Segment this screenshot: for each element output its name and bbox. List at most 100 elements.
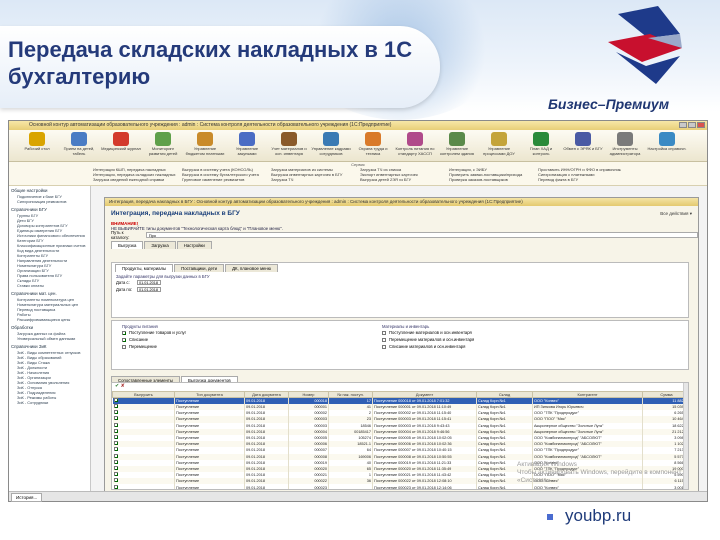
toolbar-button[interactable]: Контроль питания по стандарту ХАССП: [395, 130, 435, 161]
sidebar-group: Справочники БГУ Группы БГУ Дети БГУ Договор…: [11, 207, 88, 288]
checkbox[interactable]: [382, 344, 386, 349]
toolbar-button[interactable]: Прием на детей, табель: [59, 130, 99, 161]
section-icon: [113, 132, 129, 146]
checkbox[interactable]: [382, 337, 386, 342]
row-checkbox[interactable]: [113, 465, 118, 470]
sidebar-group-heading: Справочники БГУ: [11, 207, 47, 212]
function-column: Загрузка ТЧ из списка Экспорт инвентарных…: [360, 167, 443, 182]
toolbar-button[interactable]: Управление бюджетом платными услугами: [185, 130, 225, 161]
materials-group: Материалы и инвентарь Поступление матери…: [382, 324, 632, 350]
sidebar-item[interactable]: Синхронизация реквизитов: [11, 199, 88, 204]
toolbar-button-label: Рабочий стол: [24, 147, 50, 151]
sidebar-item[interactable]: Ставки оплаты: [11, 283, 88, 288]
checkbox[interactable]: [382, 330, 386, 335]
toolbar-button[interactable]: План ХАД и контроль: [521, 130, 561, 161]
toolbar-button[interactable]: Управление закупками: [227, 130, 267, 161]
toolbar-button[interactable]: Настройка справочн.: [647, 130, 687, 161]
unload-cell[interactable]: [112, 484, 175, 489]
function-link[interactable]: Проверка заказов-поставщиков: [449, 177, 532, 182]
toolbar-button[interactable]: Управление контролем здания: [437, 130, 477, 161]
row-checkbox[interactable]: [113, 410, 118, 415]
toolbar-button-label: Управление закупками: [235, 147, 259, 156]
table-row[interactable]: Поступление 09.01.2018 000023 Поступление 0…: [112, 484, 688, 489]
sections-toolbar: Рабочий стол Прием на детей, табель Медици…: [9, 130, 707, 162]
status-bar: История...: [9, 491, 707, 502]
tab[interactable]: Загрузка: [144, 241, 176, 249]
row-checkbox[interactable]: [113, 484, 118, 489]
tab[interactable]: ДК, плановое меню: [225, 264, 279, 272]
function-link[interactable]: Загрузка сведений ежегодной справки: [93, 177, 176, 182]
function-columns: Интеграция КШП, передача накладных Интегр…: [93, 167, 623, 182]
tab[interactable]: Поставщики, дети: [174, 264, 225, 272]
table-row[interactable]: Поступление 09.01.2018 000004 00185417 Посту…: [112, 428, 688, 435]
checkbox-option[interactable]: Поступление товаров и услуг: [122, 329, 372, 336]
footer-url[interactable]: youbp.ru: [565, 506, 631, 526]
table-row[interactable]: Поступление 09.01.2018 000003 18546 Поступле…: [112, 422, 688, 429]
toolbar-button[interactable]: Инструменты администратора: [605, 130, 645, 161]
function-link[interactable]: Выгрузка детей 2ЭЯ хз БГУ: [360, 177, 443, 182]
toolbar-button[interactable]: Мониторинг развития детей: [143, 130, 183, 161]
section-icon: [323, 132, 339, 146]
toolbar-button[interactable]: Учет материалов и осн. инвентаря: [269, 130, 309, 161]
close-button[interactable]: [697, 122, 705, 128]
toolbar-button[interactable]: Управление кадрами сотрудников: [311, 130, 351, 161]
date-to-input[interactable]: 01.01.2018: [137, 287, 161, 292]
checkbox[interactable]: [122, 330, 126, 335]
checkbox-option[interactable]: Списание: [122, 336, 372, 343]
watermark-line: Чтобы активировать Windows, перейдите в …: [517, 469, 682, 476]
doc-window-title: Интеграция, передача накладных в БГУ : О…: [105, 198, 698, 206]
section-icon: [281, 132, 297, 146]
tab[interactable]: Выгрузка: [111, 241, 144, 249]
minimize-button[interactable]: [679, 122, 687, 128]
row-checkbox[interactable]: [113, 428, 118, 433]
row-checkbox[interactable]: [113, 447, 118, 452]
function-link[interactable]: Групповое изменение реквизитов: [182, 177, 265, 182]
row-checkbox[interactable]: [113, 416, 118, 421]
function-link[interactable]: Загрузка ТЧ: [271, 177, 354, 182]
toolbar-button[interactable]: Медицинский журнал: [101, 130, 141, 161]
window-titlebar: Основной контур автоматизации образовате…: [9, 121, 707, 130]
tab[interactable]: Настройки: [176, 241, 212, 249]
checkbox-option[interactable]: Перемещение материалов и осн.инвентаря: [382, 336, 632, 343]
row-checkbox[interactable]: [113, 472, 118, 477]
path-input[interactable]: Про: [145, 232, 698, 238]
row-checkbox[interactable]: [113, 435, 118, 440]
toolbar-button-label: Управление кадрами сотрудников: [311, 147, 351, 156]
sidebar-item[interactable]: Универсальный обмен данными: [11, 336, 88, 341]
checkbox-option[interactable]: Поступление материалов и осн.инвентаря: [382, 329, 632, 336]
checkbox-label: Списание: [129, 337, 149, 342]
checkbox[interactable]: [122, 344, 126, 349]
table-cell: Поступление: [174, 484, 245, 489]
toolbar-button[interactable]: Рабочий стол: [17, 130, 57, 161]
function-link[interactable]: Перевод факта в БГУ: [538, 177, 621, 182]
row-checkbox[interactable]: [113, 398, 118, 402]
toolbar-button[interactable]: Обмен с ЭРЯК и БГУ: [563, 130, 603, 161]
checkbox-option[interactable]: Списание материалов и осн.инвентаря: [382, 343, 632, 350]
sidebar-item[interactable]: Расшифровывающиеся цены: [11, 317, 88, 322]
tab[interactable]: Продукты, материалы: [115, 264, 174, 272]
toolbar-button[interactable]: Управление процессами ДОУ: [479, 130, 519, 161]
table-toolbar: ✔ ✘: [112, 383, 688, 391]
sidebar-group-heading: Обработки: [11, 325, 34, 330]
toolbar-button-label: Управление контролем здания: [440, 147, 474, 156]
sidebar-item[interactable]: ЗиК - Сотрудники: [11, 400, 88, 405]
table-scrollbar[interactable]: [683, 383, 688, 489]
all-actions-menu[interactable]: Все действия ▾: [660, 211, 698, 217]
checkbox-option[interactable]: Перемещение: [122, 343, 372, 350]
row-checkbox[interactable]: [113, 478, 118, 483]
row-checkbox[interactable]: [113, 404, 118, 409]
row-checkbox[interactable]: [113, 441, 118, 446]
date-from-input[interactable]: 01.01.2018: [137, 280, 161, 285]
maximize-button[interactable]: [688, 122, 696, 128]
toolbar-button-label: Обмен с ЭРЯК и БГУ: [563, 147, 603, 151]
uncheck-all-icon[interactable]: ✘: [121, 383, 125, 389]
checkbox[interactable]: [122, 337, 126, 342]
row-checkbox[interactable]: [113, 459, 118, 464]
history-tab[interactable]: История...: [11, 493, 43, 502]
toolbar-button[interactable]: Охрана труда и техника безопасности: [353, 130, 393, 161]
row-checkbox[interactable]: [113, 422, 118, 427]
check-all-icon[interactable]: ✔: [115, 383, 119, 389]
doc-heading: Интеграция, передача накладных в БГУ: [111, 210, 240, 217]
row-checkbox[interactable]: [113, 453, 118, 458]
section-icon: [155, 132, 171, 146]
